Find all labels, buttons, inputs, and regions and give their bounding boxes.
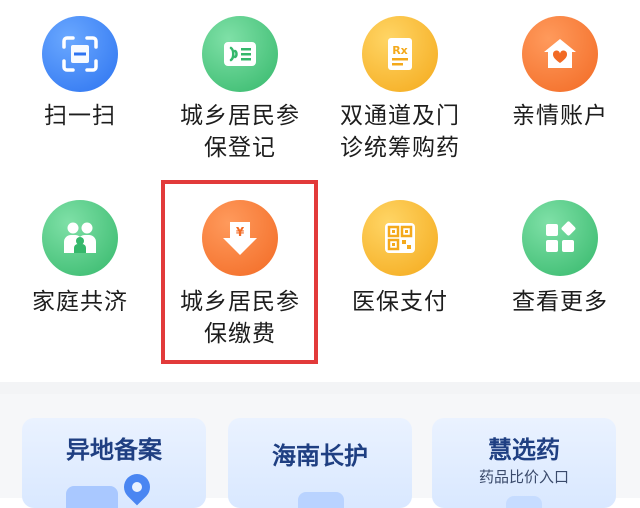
service-label-line1: 双通道及门 [340,103,460,129]
family-icon [42,200,118,276]
prescription-icon: Rx [362,16,438,92]
service-resident-registration[interactable]: 城乡居民参 保登记 [160,0,320,180]
card-subtitle: 药品比价入口 [478,468,569,486]
svg-text:Rx: Rx [392,44,408,57]
service-label: 查看更多 [512,289,608,315]
home-heart-icon [522,16,598,92]
service-grid: 扫一扫 城乡居民参 保登记 Rx 双通道及门 诊统筹购药 亲情账户 家庭共济 ¥… [0,0,640,382]
service-label-line1: 城乡居民参 [180,103,300,129]
card-illustration [66,486,118,508]
location-pin-icon [118,468,156,506]
scan-icon [42,16,118,92]
quick-cards-section: 异地备案 海南长护 慧选药 药品比价入口 [0,394,640,508]
service-label: 医保支付 [352,289,448,315]
card-title: 海南长护 [272,442,368,470]
card-title: 异地备案 [66,436,162,464]
section-divider [0,382,640,394]
service-label-line2: 诊统筹购药 [340,135,460,161]
service-dual-channel-drugs[interactable]: Rx 双通道及门 诊统筹购药 [320,0,480,180]
card-smart-drug-selection[interactable]: 慧选药 药品比价入口 [432,418,616,508]
service-medical-insurance-pay[interactable]: 医保支付 [320,190,480,370]
qr-code-icon [362,200,438,276]
service-label-line2: 保登记 [204,135,276,161]
service-label: 扫一扫 [44,103,116,129]
service-scan[interactable]: 扫一扫 [0,0,160,180]
service-family-mutual-aid[interactable]: 家庭共济 [0,190,160,370]
card-hainan-long-term-care[interactable]: 海南长护 [228,418,412,508]
highlight-frame [161,180,318,364]
register-card-icon [202,16,278,92]
service-family-account[interactable]: 亲情账户 [480,0,640,180]
card-remote-filing[interactable]: 异地备案 [22,418,206,508]
more-apps-icon [522,200,598,276]
service-view-more[interactable]: 查看更多 [480,190,640,370]
card-illustration [298,492,344,508]
card-title: 慧选药 [488,436,560,464]
service-label: 家庭共济 [32,289,128,315]
service-label: 亲情账户 [512,103,608,129]
